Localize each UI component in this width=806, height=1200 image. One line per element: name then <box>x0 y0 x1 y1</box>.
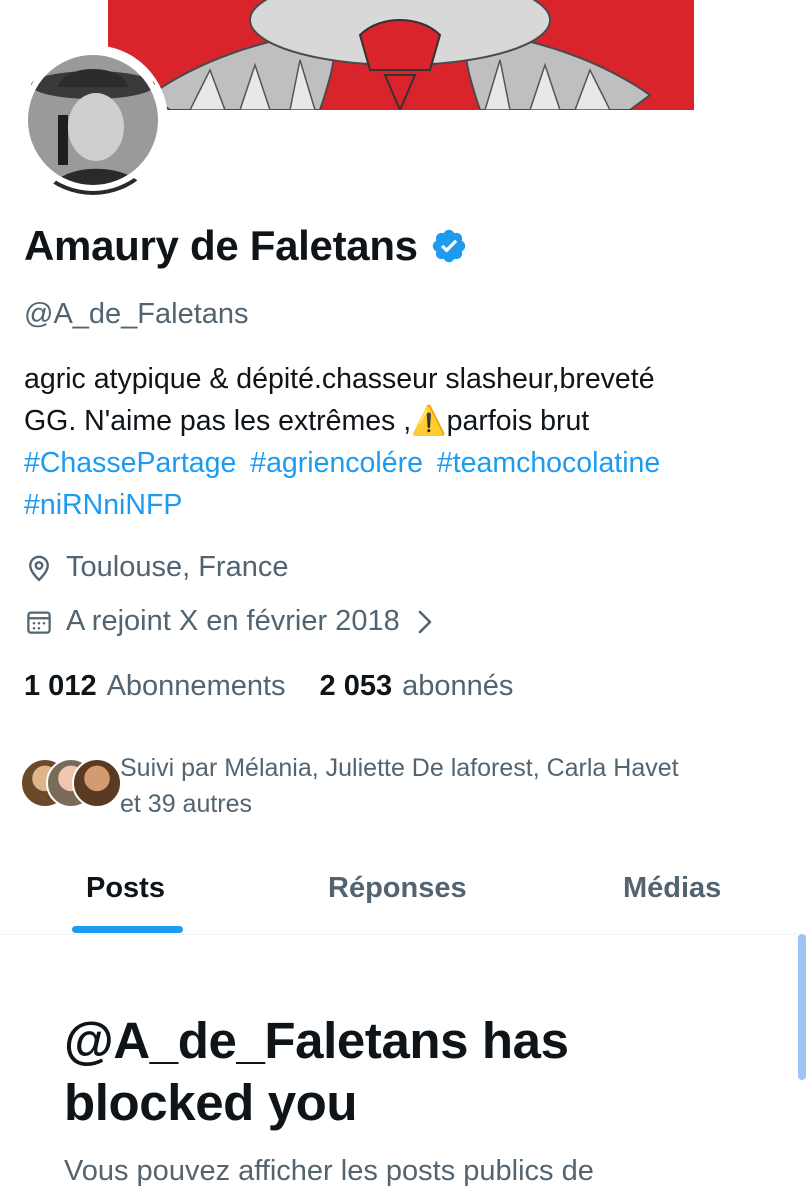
tab-replies[interactable]: Réponses <box>328 872 467 905</box>
profile-avatar[interactable] <box>18 45 168 195</box>
following-count: 1 012 <box>24 670 97 702</box>
bio-line-2-text: GG. N'aime pas les extrêmes , <box>24 405 412 437</box>
following-label: Abonnements <box>106 670 286 702</box>
bio-hashtags-line2: #niRNniNFP <box>24 484 794 526</box>
blocked-description: Vous pouvez afficher les posts publics d… <box>64 1155 594 1187</box>
tab-posts[interactable]: Posts <box>86 872 165 905</box>
profile-location: Toulouse, France <box>24 551 288 584</box>
bio-hashtags: #ChassePartage #agriencolére #teamchocol… <box>24 442 794 484</box>
bio-line-2: GG. N'aime pas les extrêmes ,⚠️parfois b… <box>24 400 794 442</box>
tab-media[interactable]: Médias <box>623 872 721 905</box>
verified-badge-icon[interactable] <box>430 227 468 265</box>
profile-tabs: Posts Réponses Médias <box>0 860 806 935</box>
profile-handle: @A_de_Faletans <box>24 298 249 330</box>
bio-line-2-end: parfois brut <box>446 405 590 437</box>
followed-by-line-2: et 39 autres <box>120 790 253 818</box>
profile-name: Amaury de Faletans <box>24 222 418 269</box>
warning-emoji: ⚠️ <box>411 405 447 437</box>
hashtag-link[interactable]: #ChassePartage <box>24 447 236 479</box>
followed-by[interactable]: Suivi par Mélania, Juliette De laforest,… <box>20 750 780 822</box>
bio-line-1: agric atypique & dépité.chasseur slasheu… <box>24 363 655 395</box>
follow-counts: 1 012 Abonnements 2 053 abonnés <box>24 670 547 703</box>
follower-avatar <box>72 758 122 808</box>
followers-link[interactable]: 2 053 abonnés <box>320 670 514 703</box>
following-link[interactable]: 1 012 Abonnements <box>24 670 286 703</box>
hashtag-link[interactable]: #teamchocolatine <box>437 447 660 479</box>
calendar-icon <box>27 611 51 634</box>
followers-count: 2 053 <box>319 670 393 702</box>
hashtag-link[interactable]: #agriencolére <box>250 447 423 479</box>
hashtag-link[interactable]: #niRNniNFP <box>24 489 182 521</box>
location-text: Toulouse, France <box>66 551 289 583</box>
blocked-title-line-2: blocked you <box>64 1074 358 1131</box>
profile-bio: agric atypique & dépité.chasseur slasheu… <box>24 358 794 526</box>
profile-join-date[interactable]: A rejoint X en février 2018 <box>24 605 448 638</box>
blocked-title-line-1: @A_de_Faletans has <box>64 1012 569 1069</box>
chevron-right-icon[interactable] <box>414 609 436 635</box>
join-date-text: A rejoint X en février 2018 <box>66 605 400 637</box>
blocked-title: @A_de_Faletans has blocked you <box>64 1010 764 1134</box>
followers-label: abonnés <box>402 670 514 702</box>
followed-by-text: Suivi par Mélania, Juliette De laforest,… <box>120 750 780 822</box>
profile-name-row: Amaury de Faletans <box>24 222 468 270</box>
follower-avatars <box>20 758 122 814</box>
active-tab-indicator <box>72 926 183 933</box>
location-pin-icon <box>29 555 49 581</box>
followed-by-line-1: Suivi par Mélania, Juliette De laforest,… <box>120 754 679 782</box>
scrollbar[interactable] <box>798 934 806 1080</box>
